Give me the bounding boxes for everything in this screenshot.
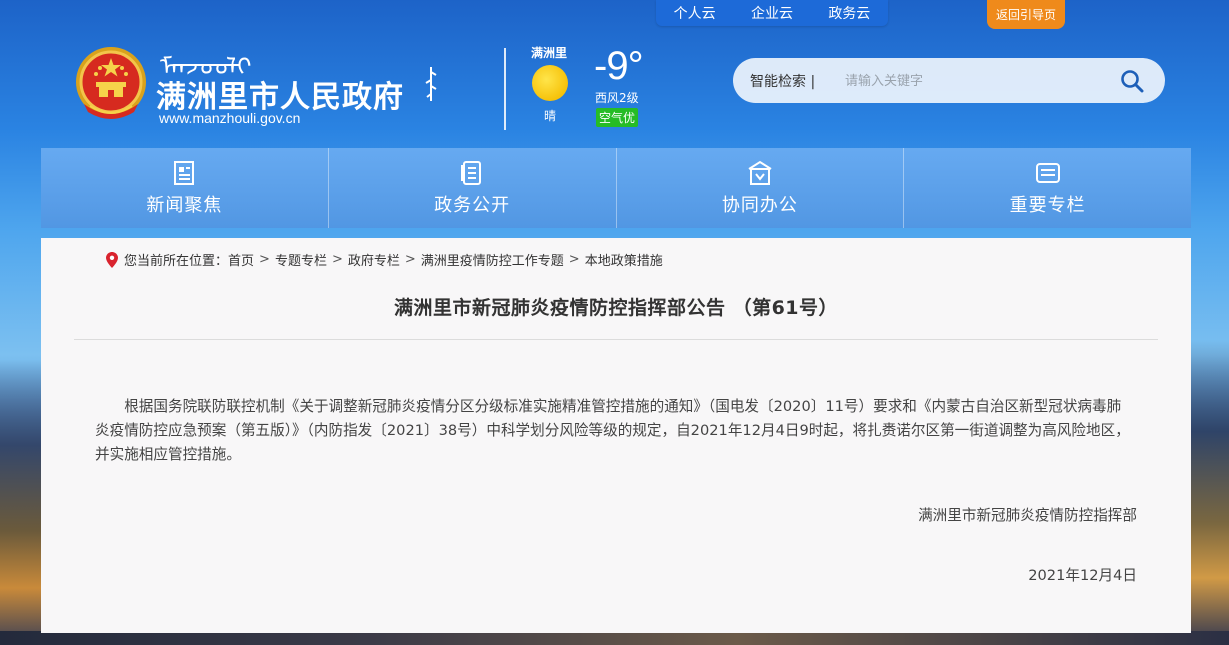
nav-label: 新闻聚焦	[146, 195, 223, 216]
back-to-guide-button[interactable]: 返回引导页	[987, 0, 1065, 29]
location-pin-icon	[106, 251, 118, 268]
national-emblem-icon	[76, 47, 146, 119]
breadcrumb-home[interactable]: 首页	[228, 250, 254, 269]
nav-label: 协同办公	[721, 195, 798, 216]
top-link-enterprise-cloud[interactable]: 企业云	[751, 3, 793, 23]
search-icon[interactable]	[1119, 68, 1145, 94]
vertical-mongolian-script-icon	[425, 67, 437, 101]
breadcrumb-government-column[interactable]: 政府专栏	[348, 250, 400, 269]
breadcrumb-separator: >	[331, 252, 343, 267]
breadcrumb-local-policies[interactable]: 本地政策措施	[585, 250, 663, 269]
title-divider	[74, 339, 1158, 340]
breadcrumb-separator: >	[568, 252, 580, 267]
office-icon	[748, 160, 772, 185]
background-bottom-strip	[0, 631, 1229, 645]
top-links-bar: 个人云 企业云 政务云	[656, 0, 888, 26]
sun-icon	[532, 65, 568, 101]
weather-wind: 西风2级	[595, 91, 639, 105]
main-nav: 新闻聚焦 政务公开 协同办公 重要专栏	[41, 148, 1191, 228]
search-label: 智能检索 |	[750, 74, 816, 90]
top-link-government-cloud[interactable]: 政务云	[828, 3, 870, 23]
article-body: 根据国务院联防联控机制《关于调整新冠肺炎疫情分区分级标准实施精准管控措施的通知》…	[95, 398, 1130, 463]
news-icon	[174, 161, 195, 185]
nav-label: 重要专栏	[1009, 195, 1086, 216]
breadcrumb-special-topics[interactable]: 专题专栏	[275, 250, 327, 269]
document-icon	[461, 161, 482, 185]
column-icon	[1035, 163, 1060, 183]
breadcrumb-epidemic-topic[interactable]: 满洲里疫情防控工作专题	[421, 250, 564, 269]
breadcrumb: 您当前所在位置： 首页 > 专题专栏 > 政府专栏 > 满洲里疫情防控工作专题 …	[106, 250, 663, 269]
article-title: 满洲里市新冠肺炎疫情防控指挥部公告 （第61号）	[393, 297, 839, 319]
air-quality-badge: 空气优	[596, 108, 639, 127]
weather-temperature: -9°	[594, 44, 644, 88]
nav-item-important-columns[interactable]: 重要专栏	[904, 148, 1191, 228]
site-url: www.manzhouli.gov.cn	[159, 110, 301, 126]
search-box: 智能检索 |	[733, 58, 1165, 103]
nav-item-news[interactable]: 新闻聚焦	[41, 148, 329, 228]
breadcrumb-separator: >	[259, 252, 270, 267]
weather-city: 满洲里	[531, 46, 568, 60]
article-signature: 满洲里市新冠肺炎疫情防控指挥部	[918, 507, 1137, 524]
breadcrumb-separator: >	[404, 252, 416, 267]
top-link-personal-cloud[interactable]: 个人云	[674, 3, 716, 23]
nav-item-government-affairs[interactable]: 政务公开	[329, 148, 617, 228]
article-date: 2021年12月4日	[1028, 567, 1137, 584]
content-panel: 您当前所在位置： 首页 > 专题专栏 > 政府专栏 > 满洲里疫情防控工作专题 …	[41, 238, 1191, 633]
breadcrumb-prefix: 您当前所在位置：	[124, 254, 229, 269]
nav-item-collaborative-office[interactable]: 协同办公	[617, 148, 905, 228]
weather-condition: 晴	[544, 109, 557, 123]
header-divider	[504, 48, 506, 130]
search-input[interactable]	[845, 69, 1105, 93]
nav-label: 政务公开	[434, 195, 511, 216]
